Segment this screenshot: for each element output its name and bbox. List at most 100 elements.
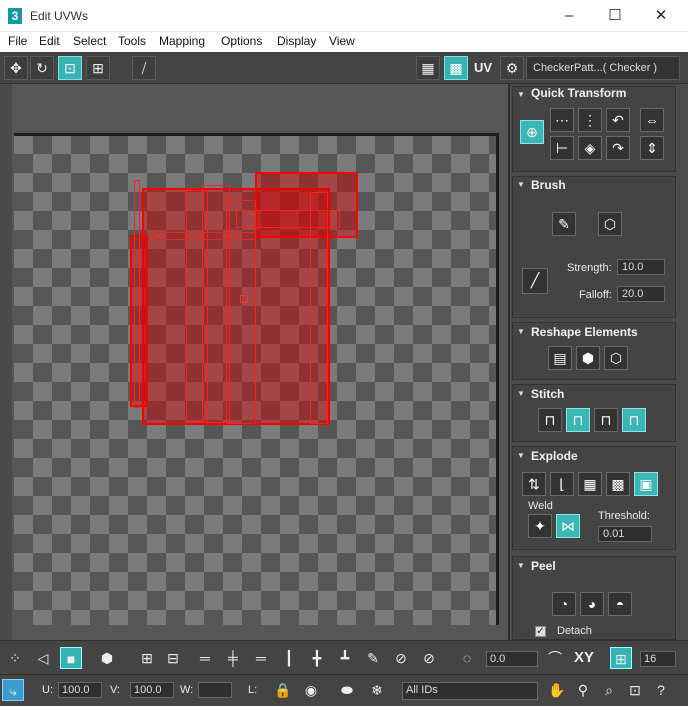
minimize-button[interactable]: –: [546, 0, 592, 32]
loop-shrink-icon[interactable]: ═: [250, 647, 272, 669]
stitch-source-icon[interactable]: ⊓: [566, 408, 590, 432]
paint-select-icon[interactable]: ✎: [362, 647, 384, 669]
stitch-custom-icon[interactable]: ⊓: [538, 408, 562, 432]
uv-shell-top-right[interactable]: [255, 172, 358, 238]
space-vertical-icon[interactable]: ◈: [578, 136, 602, 160]
rollout-toggle-icon[interactable]: ▼: [517, 561, 525, 570]
relax-icon[interactable]: ⬢: [576, 346, 600, 370]
brush-title[interactable]: Brush: [531, 178, 566, 192]
edge-ring-icon[interactable]: ╋: [306, 647, 328, 669]
snap-grid-icon[interactable]: ⊞: [610, 647, 632, 669]
zoom-icon[interactable]: ⚲: [572, 679, 594, 701]
grow-selection-icon[interactable]: ⊞: [136, 647, 158, 669]
freeform-tool-icon[interactable]: ⊞: [86, 56, 110, 80]
rollout-toggle-icon[interactable]: ▼: [517, 327, 525, 336]
flip-horizontal-icon[interactable]: ⇔: [640, 108, 664, 132]
rotate-angle-field[interactable]: 0.0: [486, 651, 538, 667]
v-field[interactable]: 100.0: [130, 682, 174, 698]
w-field[interactable]: [198, 682, 232, 698]
reshape-title[interactable]: Reshape Elements: [531, 325, 638, 339]
stitch-target-icon[interactable]: ⊓: [622, 408, 646, 432]
stitch-average-icon[interactable]: ⊓: [594, 408, 618, 432]
element-mode-icon[interactable]: ⬢: [96, 647, 118, 669]
shrink-selection-icon[interactable]: ⊟: [162, 647, 184, 669]
rollout-toggle-icon[interactable]: ▼: [517, 389, 525, 398]
relax-settings-icon[interactable]: ⬡: [604, 346, 628, 370]
menu-display[interactable]: Display: [277, 34, 316, 48]
hide-icon[interactable]: ⬬: [336, 679, 358, 701]
menu-mapping[interactable]: Mapping: [159, 34, 205, 48]
strength-spinner[interactable]: 10.0: [617, 259, 665, 275]
threshold-spinner[interactable]: 0.01: [598, 526, 652, 542]
detach-checkbox[interactable]: ✓: [535, 626, 546, 637]
pan-icon[interactable]: ✋: [546, 679, 568, 701]
explode-seams-icon[interactable]: ▣: [634, 472, 658, 496]
xy-label[interactable]: XY: [574, 649, 594, 666]
menu-file[interactable]: File: [8, 34, 27, 48]
loop-icon[interactable]: ═: [194, 647, 216, 669]
checker-on-icon[interactable]: ▩: [444, 56, 468, 80]
ring-icon[interactable]: ╪: [222, 647, 244, 669]
rotate-cw-icon[interactable]: ↷: [606, 136, 630, 160]
quick-peel-icon[interactable]: ◔: [552, 592, 576, 616]
mirror-tool-icon[interactable]: ⧸: [132, 56, 156, 80]
checker-off-icon[interactable]: ▦: [416, 56, 440, 80]
maximize-button[interactable]: ☐: [592, 0, 638, 32]
help-icon[interactable]: ?: [650, 679, 672, 701]
weld-target-icon[interactable]: ✦: [528, 514, 552, 538]
menu-tools[interactable]: Tools: [118, 34, 146, 48]
relax-brush-icon[interactable]: ⬡: [598, 212, 622, 236]
pivot-icon[interactable]: [240, 295, 248, 303]
rollout-toggle-icon[interactable]: ▼: [517, 451, 525, 460]
freeze-icon[interactable]: ❄: [366, 679, 388, 701]
rotate-tool-icon[interactable]: ↻: [30, 56, 54, 80]
edge-select-icon[interactable]: ┻: [334, 647, 356, 669]
align-horizontal-icon[interactable]: ⋯: [550, 108, 574, 132]
peel-title[interactable]: Peel: [531, 559, 556, 573]
rotate-curve-icon[interactable]: ⌒: [544, 647, 566, 669]
menu-options[interactable]: Options: [221, 34, 262, 48]
menu-view[interactable]: View: [329, 34, 355, 48]
menu-select[interactable]: Select: [73, 34, 106, 48]
explode-polygons-icon[interactable]: ⌊: [550, 472, 574, 496]
rotate-angle-icon[interactable]: ◌: [456, 647, 478, 669]
align-vertical-icon[interactable]: ⋮: [578, 108, 602, 132]
lock-icon[interactable]: 🔒: [272, 679, 294, 701]
texture-select[interactable]: CheckerPatt...( Checker ): [526, 56, 680, 80]
grid-size-field[interactable]: 16: [640, 651, 676, 667]
peel-mode-icon[interactable]: ◕: [580, 592, 604, 616]
zoom-extents-icon[interactable]: ⊡: [624, 679, 646, 701]
falloff-spinner[interactable]: 20.0: [617, 286, 665, 302]
absolute-mode-icon[interactable]: ⤷: [2, 679, 24, 701]
move-tool-icon[interactable]: ✥: [4, 56, 28, 80]
close-button[interactable]: ✕: [638, 0, 684, 32]
explode-material-icon[interactable]: ▩: [606, 472, 630, 496]
zoom-region-icon[interactable]: ⌕: [598, 679, 620, 701]
vertex-mode-icon[interactable]: ⁘: [4, 647, 26, 669]
paint-move-icon[interactable]: ✎: [552, 212, 576, 236]
scale-tool-icon[interactable]: ⊡: [58, 56, 82, 80]
break-icon[interactable]: ⇅: [522, 472, 546, 496]
rollout-toggle-icon[interactable]: ▼: [517, 90, 525, 99]
paint-shrink-icon[interactable]: ⊘: [418, 647, 440, 669]
quick-transform-title[interactable]: Quick Transform: [531, 86, 626, 100]
explode-title[interactable]: Explode: [531, 449, 578, 463]
reset-peel-icon[interactable]: ◓: [608, 592, 632, 616]
explode-smoothing-icon[interactable]: ▦: [578, 472, 602, 496]
polygon-mode-icon[interactable]: ■: [60, 647, 82, 669]
stitch-title[interactable]: Stitch: [531, 387, 564, 401]
edge-mode-icon[interactable]: ◁: [32, 647, 54, 669]
flip-vertical-icon[interactable]: ⇕: [640, 136, 664, 160]
paint-grow-icon[interactable]: ⊘: [390, 647, 412, 669]
space-horizontal-icon[interactable]: ⊢: [550, 136, 574, 160]
texture-settings-icon[interactable]: ⚙: [500, 56, 524, 80]
id-filter-select[interactable]: All IDs: [402, 682, 538, 700]
falloff-curve-icon[interactable]: ╱: [522, 268, 548, 294]
rollout-toggle-icon[interactable]: ▼: [517, 180, 525, 189]
edge-loop-icon[interactable]: ┃: [278, 647, 300, 669]
menu-edit[interactable]: Edit: [39, 34, 60, 48]
rotate-ccw-icon[interactable]: ↶: [606, 108, 630, 132]
show-hide-icon[interactable]: ◉: [300, 679, 322, 701]
straighten-icon[interactable]: ▤: [548, 346, 572, 370]
uv-label[interactable]: UV: [474, 60, 492, 75]
